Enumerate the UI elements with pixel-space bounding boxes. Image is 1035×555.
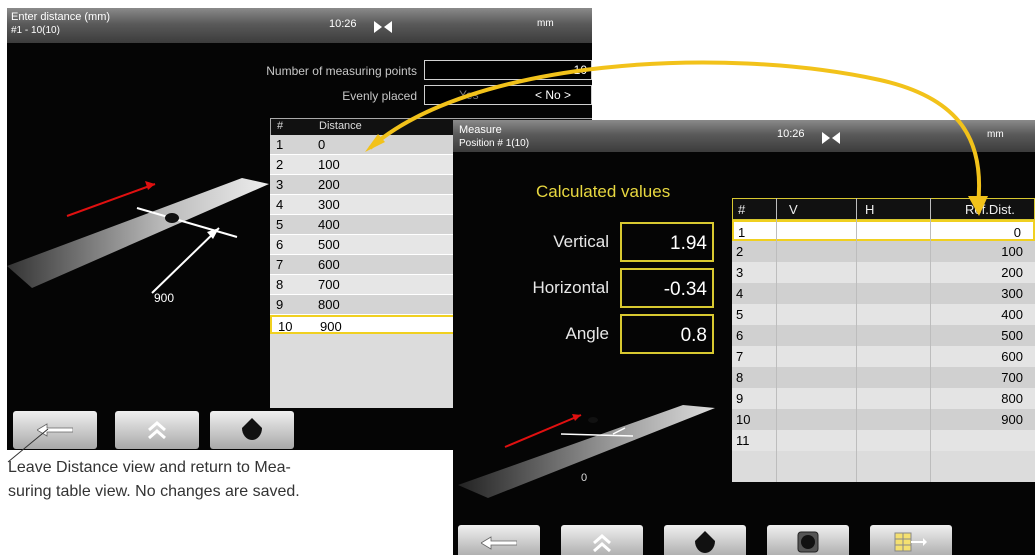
caption-line-1: Leave Distance view and return to Mea- [8,459,291,476]
caption-line-2: suring table view. No changes are saved. [8,483,300,500]
callout-caption: Leave Distance view and return to Mea- s… [8,456,300,504]
